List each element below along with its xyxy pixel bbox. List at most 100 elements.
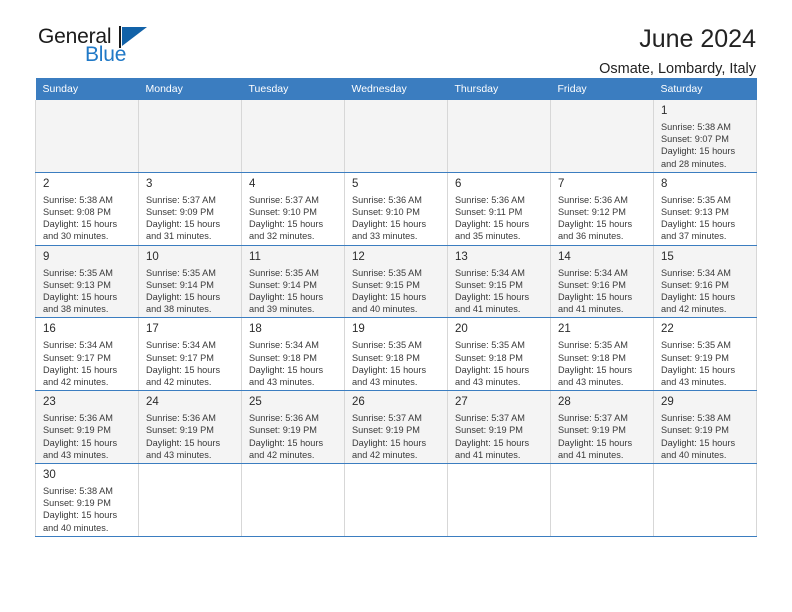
calendar-day-cell[interactable]: 17 Sunrise: 5:34 AM Sunset: 9:17 PM Dayligh… [138,317,242,392]
brand-logo[interactable]: General Blue [35,24,165,72]
sunrise-time: Sunrise: 5:37 AM [352,413,422,424]
calendar-day-cell[interactable]: 25 Sunrise: 5:36 AM Sunset: 9:19 PM Dayligh… [241,390,345,465]
day-cell-content: 15 Sunrise: 5:34 AM Sunset: 9:16 PM Dayligh… [654,246,756,318]
sunset-time: Sunset: 9:14 PM [146,279,214,290]
calendar-day-cell-empty [241,463,345,537]
sunrise-time: Sunrise: 5:34 AM [558,267,628,278]
sunrise-time: Sunrise: 5:35 AM [455,340,525,351]
daylight-duration-line2: and 41 minutes. [455,449,521,460]
daylight-duration-line2: and 42 minutes. [43,377,109,388]
calendar-day-cell-empty [35,100,139,173]
daylight-duration-line2: and 43 minutes. [249,377,315,388]
sunset-time: Sunset: 9:14 PM [249,279,317,290]
sunset-time: Sunset: 9:15 PM [352,279,420,290]
day-cell-content: 28 Sunrise: 5:37 AM Sunset: 9:19 PM Dayligh… [551,391,653,463]
day-number: 22 [661,323,674,336]
calendar-day-cell[interactable]: 29 Sunrise: 5:38 AM Sunset: 9:19 PM Dayligh… [653,390,757,465]
daylight-duration-line2: and 43 minutes. [352,377,418,388]
daylight-duration-line1: Daylight: 15 hours [558,219,633,230]
sunrise-time: Sunrise: 5:38 AM [661,122,731,132]
calendar-day-cell[interactable]: 22 Sunrise: 5:35 AM Sunset: 9:19 PM Dayligh… [653,317,757,392]
day-sun-info: Sunrise: 5:35 AM Sunset: 9:18 PM Daylight:… [455,339,544,388]
calendar-day-cell[interactable]: 7 Sunrise: 5:36 AM Sunset: 9:12 PM Daylight… [550,172,654,246]
sunset-time: Sunset: 9:17 PM [146,352,214,363]
calendar-day-cell[interactable]: 1 Sunrise: 5:38 AM Sunset: 9:07 PM Daylight… [653,100,757,173]
calendar-day-cell[interactable]: 24 Sunrise: 5:36 AM Sunset: 9:19 PM Dayligh… [138,390,242,465]
calendar-week-row: 23 Sunrise: 5:36 AM Sunset: 9:19 PM Dayligh… [35,390,757,465]
calendar-day-cell[interactable]: 2 Sunrise: 5:38 AM Sunset: 9:08 PM Daylight… [35,172,139,246]
day-cell-content: 17 Sunrise: 5:34 AM Sunset: 9:17 PM Dayligh… [139,318,241,390]
calendar-day-cell[interactable]: 27 Sunrise: 5:37 AM Sunset: 9:19 PM Dayligh… [447,390,551,465]
calendar-day-cell[interactable]: 10 Sunrise: 5:35 AM Sunset: 9:14 PM Dayligh… [138,245,242,319]
calendar-day-cell[interactable]: 19 Sunrise: 5:35 AM Sunset: 9:18 PM Dayligh… [344,317,448,392]
calendar-day-cell[interactable]: 16 Sunrise: 5:34 AM Sunset: 9:17 PM Dayligh… [35,317,139,392]
calendar-day-cell[interactable]: 18 Sunrise: 5:34 AM Sunset: 9:18 PM Dayligh… [241,317,345,392]
calendar-day-cell[interactable]: 23 Sunrise: 5:36 AM Sunset: 9:19 PM Dayligh… [35,390,139,465]
weekday-header-tuesday: Tuesday [241,78,345,100]
day-number: 6 [455,177,462,190]
day-sun-info: Sunrise: 5:36 AM Sunset: 9:10 PM Daylight:… [352,194,441,243]
calendar-day-cell[interactable]: 30 Sunrise: 5:38 AM Sunset: 9:19 PM Dayligh… [35,463,139,537]
day-cell-content: 9 Sunrise: 5:35 AM Sunset: 9:13 PM Daylight… [36,246,138,318]
sunrise-time: Sunrise: 5:34 AM [146,340,216,351]
day-number: 20 [455,323,468,336]
calendar-week-row: 1 Sunrise: 5:38 AM Sunset: 9:07 PM Daylight… [35,100,757,173]
sunset-time: Sunset: 9:19 PM [661,425,729,436]
calendar-day-cell[interactable]: 26 Sunrise: 5:37 AM Sunset: 9:19 PM Dayligh… [344,390,448,465]
day-cell-content: 5 Sunrise: 5:36 AM Sunset: 9:10 PM Daylight… [345,173,447,245]
daylight-duration-line2: and 42 minutes. [352,449,418,460]
calendar-day-cell[interactable]: 13 Sunrise: 5:34 AM Sunset: 9:15 PM Dayligh… [447,245,551,319]
sunrise-time: Sunrise: 5:35 AM [146,267,216,278]
day-sun-info: Sunrise: 5:36 AM Sunset: 9:19 PM Daylight:… [249,412,338,461]
day-sun-info: Sunrise: 5:37 AM Sunset: 9:19 PM Daylight:… [558,412,647,461]
daylight-duration-line1: Daylight: 15 hours [455,437,530,448]
calendar-day-cell[interactable]: 12 Sunrise: 5:35 AM Sunset: 9:15 PM Dayligh… [344,245,448,319]
calendar-day-cell[interactable]: 20 Sunrise: 5:35 AM Sunset: 9:18 PM Dayligh… [447,317,551,392]
calendar-day-cell[interactable]: 8 Sunrise: 5:35 AM Sunset: 9:13 PM Daylight… [653,172,757,246]
day-sun-info: Sunrise: 5:35 AM Sunset: 9:19 PM Daylight:… [661,339,750,388]
sunrise-time: Sunrise: 5:35 AM [558,340,628,351]
day-sun-info: Sunrise: 5:35 AM Sunset: 9:13 PM Daylight:… [43,267,132,316]
sunrise-time: Sunrise: 5:35 AM [249,267,319,278]
calendar-week-row: 2 Sunrise: 5:38 AM Sunset: 9:08 PM Daylight… [35,172,757,246]
day-sun-info: Sunrise: 5:38 AM Sunset: 9:19 PM Daylight:… [661,412,750,461]
calendar-day-cell[interactable]: 9 Sunrise: 5:35 AM Sunset: 9:13 PM Daylight… [35,245,139,319]
calendar-day-cell[interactable]: 5 Sunrise: 5:36 AM Sunset: 9:10 PM Daylight… [344,172,448,246]
calendar-week-row: 16 Sunrise: 5:34 AM Sunset: 9:17 PM Dayligh… [35,317,757,392]
calendar-day-cell[interactable]: 3 Sunrise: 5:37 AM Sunset: 9:09 PM Daylight… [138,172,242,246]
daylight-duration-line2: and 43 minutes. [455,377,521,388]
day-sun-info: Sunrise: 5:35 AM Sunset: 9:18 PM Daylight:… [558,339,647,388]
daylight-duration-line1: Daylight: 15 hours [661,146,736,157]
daylight-duration-line1: Daylight: 15 hours [455,292,530,303]
daylight-duration-line1: Daylight: 15 hours [352,219,427,230]
calendar-day-cell-empty [138,463,242,537]
weekday-header-wednesday: Wednesday [344,78,448,100]
calendar-day-cell[interactable]: 15 Sunrise: 5:34 AM Sunset: 9:16 PM Dayligh… [653,245,757,319]
sunset-time: Sunset: 9:13 PM [661,207,729,218]
weekday-header-sunday: Sunday [35,78,139,100]
calendar-day-cell[interactable]: 28 Sunrise: 5:37 AM Sunset: 9:19 PM Dayligh… [550,390,654,465]
sunset-time: Sunset: 9:16 PM [661,279,729,290]
sunset-time: Sunset: 9:11 PM [455,207,523,218]
daylight-duration-line2: and 40 minutes. [43,522,109,533]
day-sun-info: Sunrise: 5:34 AM Sunset: 9:15 PM Daylight:… [455,267,544,316]
day-number: 10 [146,250,159,263]
daylight-duration-line2: and 32 minutes. [249,231,315,242]
calendar-day-cell[interactable]: 6 Sunrise: 5:36 AM Sunset: 9:11 PM Daylight… [447,172,551,246]
calendar-day-cell[interactable]: 4 Sunrise: 5:37 AM Sunset: 9:10 PM Daylight… [241,172,345,246]
day-sun-info: Sunrise: 5:35 AM Sunset: 9:18 PM Daylight:… [352,339,441,388]
sunset-time: Sunset: 9:19 PM [146,425,214,436]
day-sun-info: Sunrise: 5:36 AM Sunset: 9:19 PM Daylight:… [146,412,235,461]
sunrise-time: Sunrise: 5:35 AM [352,267,422,278]
day-number: 3 [146,177,153,190]
sunrise-time: Sunrise: 5:37 AM [146,194,216,205]
calendar-day-cell[interactable]: 21 Sunrise: 5:35 AM Sunset: 9:18 PM Dayligh… [550,317,654,392]
sunset-time: Sunset: 9:19 PM [249,425,317,436]
day-cell-content: 13 Sunrise: 5:34 AM Sunset: 9:15 PM Dayligh… [448,246,550,318]
calendar-day-cell[interactable]: 11 Sunrise: 5:35 AM Sunset: 9:14 PM Dayligh… [241,245,345,319]
calendar-day-cell[interactable]: 14 Sunrise: 5:34 AM Sunset: 9:16 PM Dayligh… [550,245,654,319]
sunrise-time: Sunrise: 5:38 AM [43,486,113,497]
calendar-day-cell-empty [138,100,242,173]
sunset-time: Sunset: 9:19 PM [352,425,420,436]
sunset-time: Sunset: 9:19 PM [455,425,523,436]
